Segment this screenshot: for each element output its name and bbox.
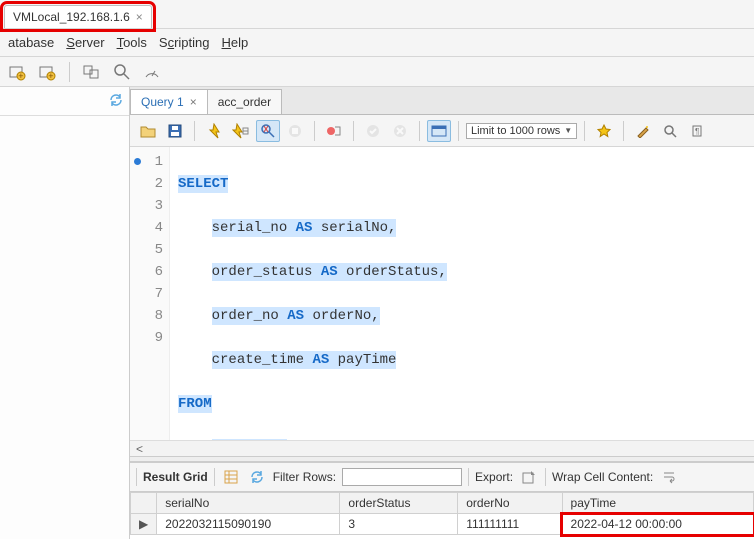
table-row[interactable]: ▶ 2022032115090190 3 111111111 2022-04-1… — [131, 514, 754, 535]
limit-rows-dropdown[interactable]: Limit to 1000 rows ▼ — [466, 123, 577, 139]
horizontal-scrollbar[interactable]: < — [130, 440, 754, 456]
separator — [194, 121, 195, 141]
row-header-blank — [131, 493, 157, 514]
separator — [419, 121, 420, 141]
sql-code[interactable]: SELECT serial_no AS serialNo, order_stat… — [170, 147, 456, 440]
separator — [353, 121, 354, 141]
menu-database[interactable]: atabase — [8, 35, 54, 50]
find-icon[interactable] — [658, 120, 682, 142]
kw-select: SELECT — [178, 176, 228, 192]
save-icon[interactable] — [163, 120, 187, 142]
dashboard-icon[interactable] — [141, 61, 163, 83]
svg-text:¶: ¶ — [695, 127, 699, 136]
rollback-icon[interactable] — [388, 120, 412, 142]
cell-paytime[interactable]: 2022-04-12 00:00:00 — [562, 514, 753, 535]
cell-orderstatus[interactable]: 3 — [340, 514, 458, 535]
refresh-icon[interactable] — [247, 468, 267, 486]
cell-orderno[interactable]: 111111111 — [458, 514, 562, 535]
explain-icon[interactable] — [256, 120, 280, 142]
no-limit-icon[interactable] — [322, 120, 346, 142]
result-grid[interactable]: serialNo orderStatus orderNo payTime ▶ 2… — [130, 492, 754, 539]
separator — [314, 121, 315, 141]
cell-serialno[interactable]: 2022032115090190 — [157, 514, 340, 535]
chevron-down-icon: ▼ — [564, 126, 572, 135]
tab-label: acc_order — [218, 95, 271, 109]
kw-from: FROM — [178, 396, 212, 412]
new-sql-tab-icon[interactable]: + — [6, 61, 28, 83]
row-marker-icon: ▶ — [131, 514, 157, 535]
toggle-invisible-icon[interactable]: ¶ — [685, 120, 709, 142]
col-serialno[interactable]: serialNo — [157, 493, 340, 514]
toggle-autocommit-icon[interactable] — [427, 120, 451, 142]
commit-icon[interactable] — [361, 120, 385, 142]
editor-toolbar: Limit to 1000 rows ▼ ¶ — [130, 115, 754, 147]
result-toolbar: Result Grid Filter Rows: Export: Wrap Ce… — [130, 462, 754, 492]
separator — [584, 121, 585, 141]
favorite-icon[interactable] — [592, 120, 616, 142]
wrap-cell-icon[interactable] — [659, 468, 679, 486]
limit-rows-text: Limit to 1000 rows — [471, 125, 560, 137]
close-icon[interactable]: × — [136, 10, 143, 24]
query-tab-bar: Query 1 × acc_order — [130, 87, 754, 115]
sync-icon[interactable] — [109, 93, 123, 110]
export-label: Export: — [475, 470, 513, 484]
execute-icon[interactable] — [202, 120, 226, 142]
filter-rows-label: Filter Rows: — [273, 470, 336, 484]
connection-tab[interactable]: VMLocal_192.168.1.6 × — [4, 5, 152, 28]
new-schema-icon[interactable]: + — [36, 61, 58, 83]
separator — [458, 121, 459, 141]
beautify-icon[interactable] — [631, 120, 655, 142]
menu-server[interactable]: Server — [66, 35, 104, 50]
col-orderno[interactable]: orderNo — [458, 493, 562, 514]
filter-rows-input[interactable] — [342, 468, 462, 486]
tab-label: Query 1 — [141, 95, 184, 109]
result-grid-label: Result Grid — [143, 470, 208, 484]
execute-current-icon[interactable] — [229, 120, 253, 142]
separator — [69, 62, 70, 82]
tab-query1[interactable]: Query 1 × — [130, 89, 208, 114]
menu-bar: atabase Server Tools Scripting Help — [0, 28, 754, 57]
export-icon[interactable] — [519, 468, 539, 486]
wrap-cell-label: Wrap Cell Content: — [552, 470, 653, 484]
search-icon[interactable] — [111, 61, 133, 83]
main-toolbar: + + — [0, 57, 754, 87]
col-orderstatus[interactable]: orderStatus — [340, 493, 458, 514]
connection-tab-bar: VMLocal_192.168.1.6 × — [0, 0, 754, 28]
schema-sidebar — [0, 87, 130, 539]
result-grid-view-icon[interactable] — [221, 468, 241, 486]
inspector-icon[interactable] — [81, 61, 103, 83]
tab-acc-order[interactable]: acc_order — [207, 89, 282, 114]
menu-tools[interactable]: Tools — [117, 35, 147, 50]
menu-scripting[interactable]: Scripting — [159, 35, 210, 50]
stop-icon[interactable] — [283, 120, 307, 142]
svg-text:+: + — [48, 71, 53, 81]
sql-editor[interactable]: 1 2 3 4 5 6 7 8 9 SELECT serial_no AS se… — [130, 147, 754, 440]
connection-tab-label: VMLocal_192.168.1.6 — [13, 10, 130, 24]
col-paytime[interactable]: payTime — [562, 493, 753, 514]
menu-help[interactable]: Help — [222, 35, 249, 50]
svg-text:+: + — [18, 71, 23, 81]
open-file-icon[interactable] — [136, 120, 160, 142]
separator — [623, 121, 624, 141]
table-header-row: serialNo orderStatus orderNo payTime — [131, 493, 754, 514]
close-icon[interactable]: × — [190, 95, 197, 109]
line-gutter: 1 2 3 4 5 6 7 8 9 — [130, 147, 170, 440]
